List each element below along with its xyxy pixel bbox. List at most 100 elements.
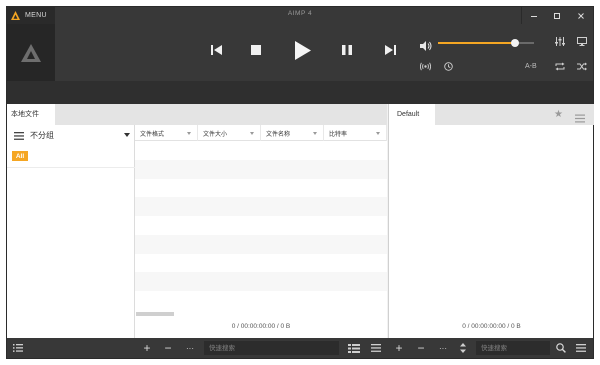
maximize-button[interactable] xyxy=(545,7,569,24)
library-tab-bar: 本地文件 xyxy=(7,104,387,125)
next-track-button[interactable] xyxy=(383,44,397,56)
horizontal-scrollbar[interactable] xyxy=(136,312,174,316)
list-icon xyxy=(13,344,23,352)
speaker-icon xyxy=(420,41,432,51)
star-icon[interactable]: ★ xyxy=(553,109,564,120)
column-header[interactable]: 文件大小 xyxy=(198,125,261,141)
track-progress-area[interactable] xyxy=(7,81,593,104)
pause-icon xyxy=(342,45,352,55)
radio-wave-icon xyxy=(419,62,431,70)
playlist-tab-bar: Default ★ xyxy=(389,104,594,125)
sort-caret-icon xyxy=(187,132,191,135)
bottom-toolbar: + − ··· + − ··· xyxy=(7,338,593,358)
library-search-input[interactable] xyxy=(204,341,339,355)
play-button[interactable] xyxy=(293,40,313,60)
add-library-button[interactable]: + xyxy=(140,338,154,358)
menu-lines-icon xyxy=(575,114,585,123)
volume-button[interactable] xyxy=(420,38,432,51)
table-row xyxy=(135,216,387,235)
close-button[interactable] xyxy=(569,7,593,24)
music-library-panel: 本地文件 不分组 All 文件格式 文件大小 文件名称 比特率 0 / 00:00:0… xyxy=(7,104,387,338)
library-menu-button[interactable] xyxy=(11,338,25,358)
table-rows xyxy=(135,141,387,291)
column-header[interactable]: 比特率 xyxy=(324,125,387,141)
clock-icon xyxy=(443,61,453,71)
previous-track-button[interactable] xyxy=(209,44,223,56)
volume-slider-knob[interactable] xyxy=(510,39,519,47)
volume-slider[interactable] xyxy=(438,39,534,47)
hamburger-icon xyxy=(576,344,586,352)
remove-library-button[interactable]: − xyxy=(161,338,175,358)
sort-arrows-icon xyxy=(460,343,466,353)
visualization-button[interactable] xyxy=(575,35,589,47)
grouping-label: 不分组 xyxy=(30,131,54,140)
divider xyxy=(7,167,135,168)
playlist-panel: Default ★ 0 / 00:00:00:00 / 0 B xyxy=(388,104,594,338)
playlist-menu-toggle-button[interactable] xyxy=(369,338,383,358)
filter-all-badge[interactable]: All xyxy=(12,151,28,161)
equalizer-icon xyxy=(555,36,565,46)
column-header-label: 文件名称 xyxy=(266,131,291,138)
file-table: 文件格式 文件大小 文件名称 比特率 0 / 00:00:00:00 / 0 B xyxy=(135,125,387,338)
table-row xyxy=(135,159,387,179)
sort-button[interactable] xyxy=(457,338,469,358)
sort-caret-icon xyxy=(376,132,380,135)
playlist-menu-button[interactable] xyxy=(575,110,585,123)
column-header[interactable]: 文件格式 xyxy=(135,125,198,141)
view-toggle-button[interactable] xyxy=(346,338,362,358)
album-cover xyxy=(7,24,55,81)
search-icon xyxy=(556,343,566,353)
monitor-icon xyxy=(577,36,587,46)
playlist-search-input[interactable] xyxy=(476,341,550,355)
ab-repeat-button[interactable]: A-B xyxy=(525,63,537,70)
column-header-label: 文件大小 xyxy=(203,131,228,138)
table-row xyxy=(135,272,387,291)
next-icon xyxy=(384,45,396,55)
app-title: AIMP 4 xyxy=(287,10,313,17)
previous-icon xyxy=(210,45,222,55)
playlist-more-button[interactable]: ··· xyxy=(436,338,450,358)
tab-local-files[interactable]: 本地文件 xyxy=(7,104,55,125)
grouping-column: 不分组 All xyxy=(7,125,135,338)
repeat-icon xyxy=(555,62,565,70)
aimp-window: MENU AIMP 4 A-B 本地文件 不分组 All 文件格式 文件大小 文… xyxy=(6,6,594,359)
title-bar: MENU AIMP 4 xyxy=(7,7,593,24)
maximize-icon xyxy=(554,12,560,19)
table-row xyxy=(135,254,387,273)
window-controls xyxy=(521,7,593,24)
playlist-status: 0 / 00:00:00:00 / 0 B xyxy=(462,323,521,330)
column-header-label: 比特率 xyxy=(329,131,348,138)
hamburger-icon xyxy=(371,344,381,352)
search-button[interactable] xyxy=(554,338,568,358)
table-row xyxy=(135,141,387,160)
table-row xyxy=(135,179,387,198)
sort-caret-icon xyxy=(313,132,317,135)
minimize-button[interactable] xyxy=(521,7,545,24)
play-icon xyxy=(295,40,311,60)
grouping-dropdown[interactable]: 不分组 xyxy=(7,125,135,146)
close-icon xyxy=(578,12,584,19)
column-header[interactable]: 文件名称 xyxy=(261,125,324,141)
repeat-button[interactable] xyxy=(553,60,567,72)
add-files-button[interactable]: + xyxy=(392,338,406,358)
player-panel: MENU AIMP 4 A-B xyxy=(7,7,593,81)
shuffle-icon xyxy=(577,62,587,70)
library-more-button[interactable]: ··· xyxy=(183,338,197,358)
playlist-options-button[interactable] xyxy=(574,338,588,358)
scheduler-button[interactable] xyxy=(441,60,455,72)
column-header-label: 文件格式 xyxy=(140,131,165,138)
detail-view-icon xyxy=(348,343,360,353)
radio-button[interactable] xyxy=(418,60,432,72)
minimize-icon xyxy=(530,15,537,17)
table-header: 文件格式 文件大小 文件名称 比特率 xyxy=(135,125,387,141)
pause-button[interactable] xyxy=(341,44,353,56)
equalizer-button[interactable] xyxy=(553,35,567,47)
chevron-down-icon xyxy=(124,133,130,137)
stop-button[interactable] xyxy=(250,44,262,56)
library-status: 0 / 00:00:00:00 / 0 B xyxy=(231,323,291,330)
shuffle-button[interactable] xyxy=(575,60,589,72)
remove-files-button[interactable]: − xyxy=(414,338,428,358)
tab-default-playlist[interactable]: Default xyxy=(389,104,435,125)
hamburger-icon xyxy=(14,131,24,140)
aimp-cover-logo-icon xyxy=(21,43,41,62)
